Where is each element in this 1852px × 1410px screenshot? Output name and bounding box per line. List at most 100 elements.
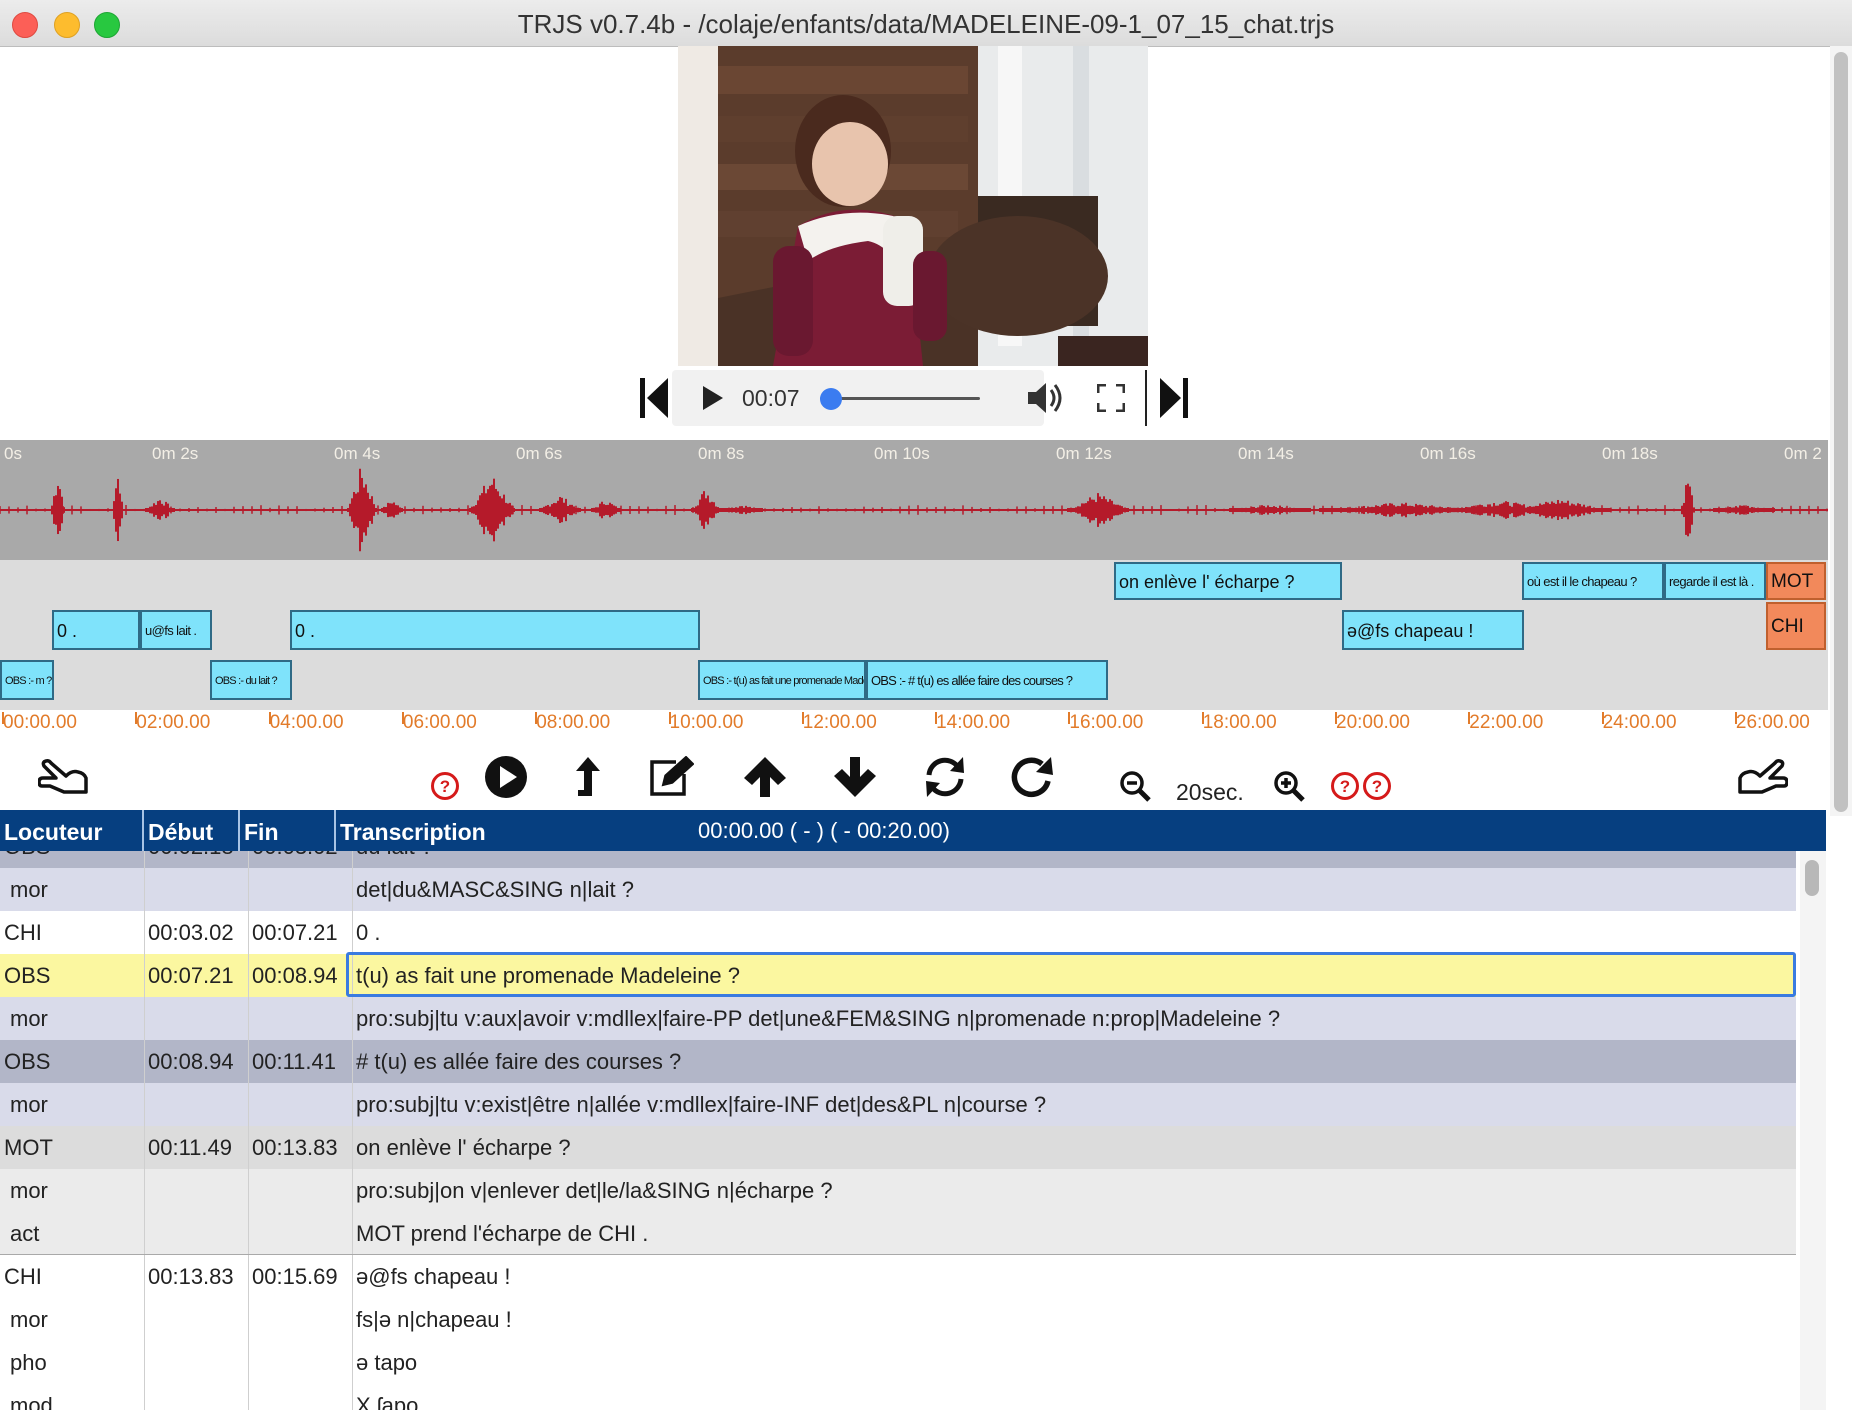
segment-chi-2[interactable]: u@fs lait . — [140, 610, 212, 650]
play-icon[interactable] — [698, 370, 728, 426]
window-scrollbar-thumb[interactable] — [1834, 52, 1848, 812]
video-still-image — [678, 46, 1148, 366]
table-row[interactable]: mor pro:subj|tu v:exist|être n|allée v:md… — [0, 1083, 1796, 1126]
timeline-tick-label: 16:00.00 — [1068, 712, 1144, 733]
start-cell: 00:03.02 — [148, 920, 234, 945]
transcription-cell[interactable]: det|du&MASC&SING n|lait ? — [356, 868, 634, 911]
hand-left-icon[interactable] — [36, 752, 90, 802]
transcript-table-header: Locuteur Début Fin Transcription 00:00.0… — [0, 810, 1826, 851]
edit-icon[interactable] — [644, 752, 696, 802]
timeline-ruler[interactable]: 00:00.00 02:00.00 04:00.00 06:00.00 08:00.00… — [0, 710, 1828, 745]
column-header-end[interactable]: Fin — [244, 810, 279, 851]
transcription-cell[interactable]: pro:subj|tu v:aux|avoir v:mdllex|faire-P… — [356, 997, 1280, 1040]
column-header-speaker[interactable]: Locuteur — [4, 810, 102, 851]
segment-chi-1[interactable]: 0 . — [52, 610, 140, 650]
transcription-cell[interactable]: pro:subj|tu v:exist|être n|allée v:mdlle… — [356, 1083, 1046, 1126]
table-row[interactable]: act MOT prend l'écharpe de CHI . — [0, 1212, 1796, 1255]
table-row[interactable]: OBS 00:08.94 00:11.41 # t(u) es allée faire… — [0, 1040, 1796, 1083]
table-scrollbar-thumb[interactable] — [1805, 860, 1819, 896]
start-cell: 00:08.94 — [148, 1049, 234, 1074]
segment-chi-4[interactable]: ə@fs chapeau ! — [1342, 610, 1524, 650]
editor-toolbar: ? 20sec. ? ? — [0, 748, 1828, 808]
redo-icon[interactable] — [1008, 752, 1058, 802]
help-icon[interactable]: ? — [1328, 768, 1362, 804]
timeline-tick-label: 20:00.00 — [1335, 712, 1410, 733]
volume-icon[interactable] — [1026, 370, 1066, 426]
speaker-cell: mor — [10, 1178, 48, 1203]
table-row[interactable]: mor det|du&MASC&SING n|lait ? — [0, 868, 1796, 911]
transcription-cell[interactable]: fs|ə n|chapeau ! — [356, 1298, 512, 1341]
timeline-tick-label: 22:00.00 — [1468, 712, 1544, 733]
segment-obs-3[interactable]: OBS :- t(u) as fait une promenade Madele… — [698, 660, 866, 700]
svg-text:?: ? — [1372, 777, 1382, 796]
video-frame[interactable] — [678, 46, 1148, 366]
transcription-cell[interactable]: du lait ? — [356, 851, 433, 868]
seek-slider[interactable] — [820, 370, 980, 426]
zoom-value: 20sec. — [1176, 779, 1244, 805]
seek-handle[interactable] — [820, 388, 842, 410]
column-header-transcription[interactable]: Transcription — [340, 810, 486, 851]
skip-back-icon[interactable] — [640, 370, 670, 426]
hand-right-icon[interactable] — [1736, 752, 1790, 802]
table-scrollbar[interactable] — [1800, 851, 1826, 1410]
audio-waveform — [0, 468, 1828, 552]
segment-obs-4[interactable]: OBS :- # t(u) es allée faire des courses… — [866, 660, 1108, 700]
end-cell: 00:11.41 — [252, 1049, 337, 1074]
table-row[interactable]: CHI 00:13.83 00:15.69 ə@fs chapeau ! — [0, 1255, 1796, 1298]
speaker-label-chi[interactable]: CHI — [1766, 602, 1826, 650]
table-row[interactable]: CHI 00:03.02 00:07.21 0 . — [0, 911, 1796, 954]
segment-obs-2[interactable]: OBS :- du lait ? — [210, 660, 292, 700]
speaker-cell: OBS — [4, 1049, 51, 1074]
table-row[interactable]: mod X ʃapo — [0, 1384, 1796, 1410]
zoom-out-icon[interactable] — [1118, 768, 1152, 804]
transcription-cell[interactable]: ə tapo — [356, 1341, 417, 1384]
media-player-controls: 00:07 — [640, 370, 1188, 426]
speaker-cell: OBS — [4, 963, 51, 988]
table-row[interactable]: mor pro:subj|on v|enlever det|le/la&SING … — [0, 1169, 1796, 1212]
speaker-label-mot[interactable]: MOT — [1766, 562, 1826, 600]
waveform-view[interactable]: 0s 0m 2s 0m 4s 0m 6s 0m 8s 0m 10s 0m 12s 0m 14s… — [0, 440, 1828, 560]
transcription-cell[interactable]: X ʃapo — [356, 1384, 418, 1410]
table-row[interactable]: pho ə tapo — [0, 1341, 1796, 1384]
transcription-cell[interactable]: # t(u) es allée faire des courses ? — [356, 1040, 681, 1083]
transcription-cell[interactable]: 0 . — [356, 911, 380, 954]
speaker-cell: MOT — [4, 1135, 53, 1160]
timeline-tick-label: 06:00.00 — [401, 712, 477, 733]
table-row[interactable]: mor pro:subj|tu v:aux|avoir v:mdllex|fair… — [0, 997, 1796, 1040]
table-row[interactable]: OBS 00:02.18 00:03.02 du lait ? — [0, 851, 1796, 868]
help-icon[interactable]: ? — [428, 768, 462, 804]
end-cell: 00:15.69 — [252, 1264, 338, 1289]
current-time-readout: 00:07 — [742, 385, 800, 411]
transcript-table: OBS 00:02.18 00:03.02 du lait ? mor det|du&MA… — [0, 851, 1796, 1410]
speaker-cell: act — [10, 1221, 40, 1246]
transcription-cell[interactable]: on enlève l' écharpe ? — [356, 1126, 571, 1169]
split-icon[interactable] — [568, 752, 608, 802]
zoom-in-icon[interactable] — [1272, 768, 1306, 804]
help-icon[interactable]: ? — [1360, 768, 1394, 804]
transcription-cell[interactable]: ə@fs chapeau ! — [356, 1255, 510, 1298]
segment-mot-3[interactable]: regarde il est là . — [1664, 562, 1766, 600]
segment-obs-1[interactable]: OBS :- m ? — [0, 660, 54, 700]
sync-icon[interactable] — [920, 752, 970, 802]
segment-mot-2[interactable]: où est il le chapeau ? — [1522, 562, 1664, 600]
segment-chi-3[interactable]: 0 . — [290, 610, 700, 650]
table-row[interactable]: OBS 00:07.21 00:08.94 t(u) as fait une prom… — [0, 952, 1796, 997]
table-row[interactable]: mor fs|ə n|chapeau ! — [0, 1298, 1796, 1341]
column-header-start[interactable]: Début — [148, 810, 213, 851]
transcription-cell[interactable]: pro:subj|on v|enlever det|le/la&SING n|é… — [356, 1169, 833, 1212]
segment-mot-1[interactable]: on enlève l' écharpe ? — [1114, 562, 1342, 600]
speaker-cell: mod — [10, 1393, 53, 1410]
end-cell: 00:08.94 — [252, 963, 338, 988]
svg-text:?: ? — [440, 777, 450, 796]
visible-range-readout: 00:00.00 ( - ) ( - 00:20.00) — [698, 818, 950, 843]
skip-forward-icon[interactable] — [1158, 370, 1188, 426]
arrow-down-icon[interactable] — [830, 752, 880, 802]
fullscreen-icon[interactable] — [1096, 370, 1126, 426]
table-row[interactable]: MOT 00:11.49 00:13.83 on enlève l' écharpe … — [0, 1126, 1796, 1169]
transcription-cell[interactable]: MOT prend l'écharpe de CHI . — [356, 1212, 648, 1255]
timeline-tick-label: 12:00.00 — [801, 712, 877, 733]
timeline-tick-label: 08:00.00 — [535, 712, 611, 733]
play-icon[interactable] — [482, 752, 530, 802]
timeline-tick-label: 04:00.00 — [268, 712, 344, 733]
arrow-up-icon[interactable] — [740, 752, 790, 802]
